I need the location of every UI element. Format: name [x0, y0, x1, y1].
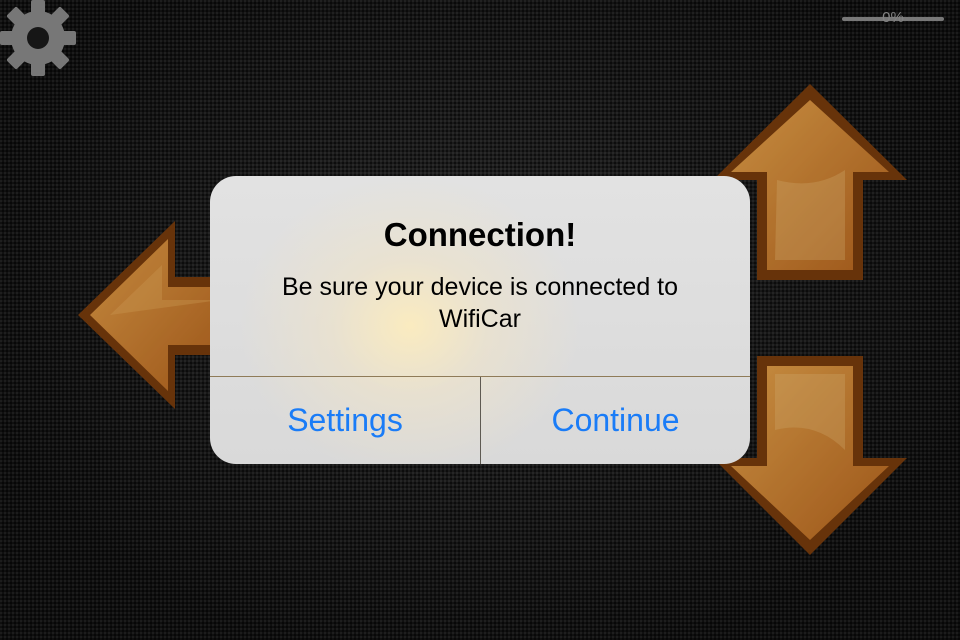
connection-alert-dialog: Connection! Be sure your device is conne…: [210, 176, 750, 464]
settings-button[interactable]: Settings: [210, 377, 480, 464]
alert-title: Connection!: [383, 216, 577, 253]
alert-message: Be sure your device is connected to Wifi…: [281, 273, 679, 333]
continue-button[interactable]: Continue: [481, 377, 750, 464]
